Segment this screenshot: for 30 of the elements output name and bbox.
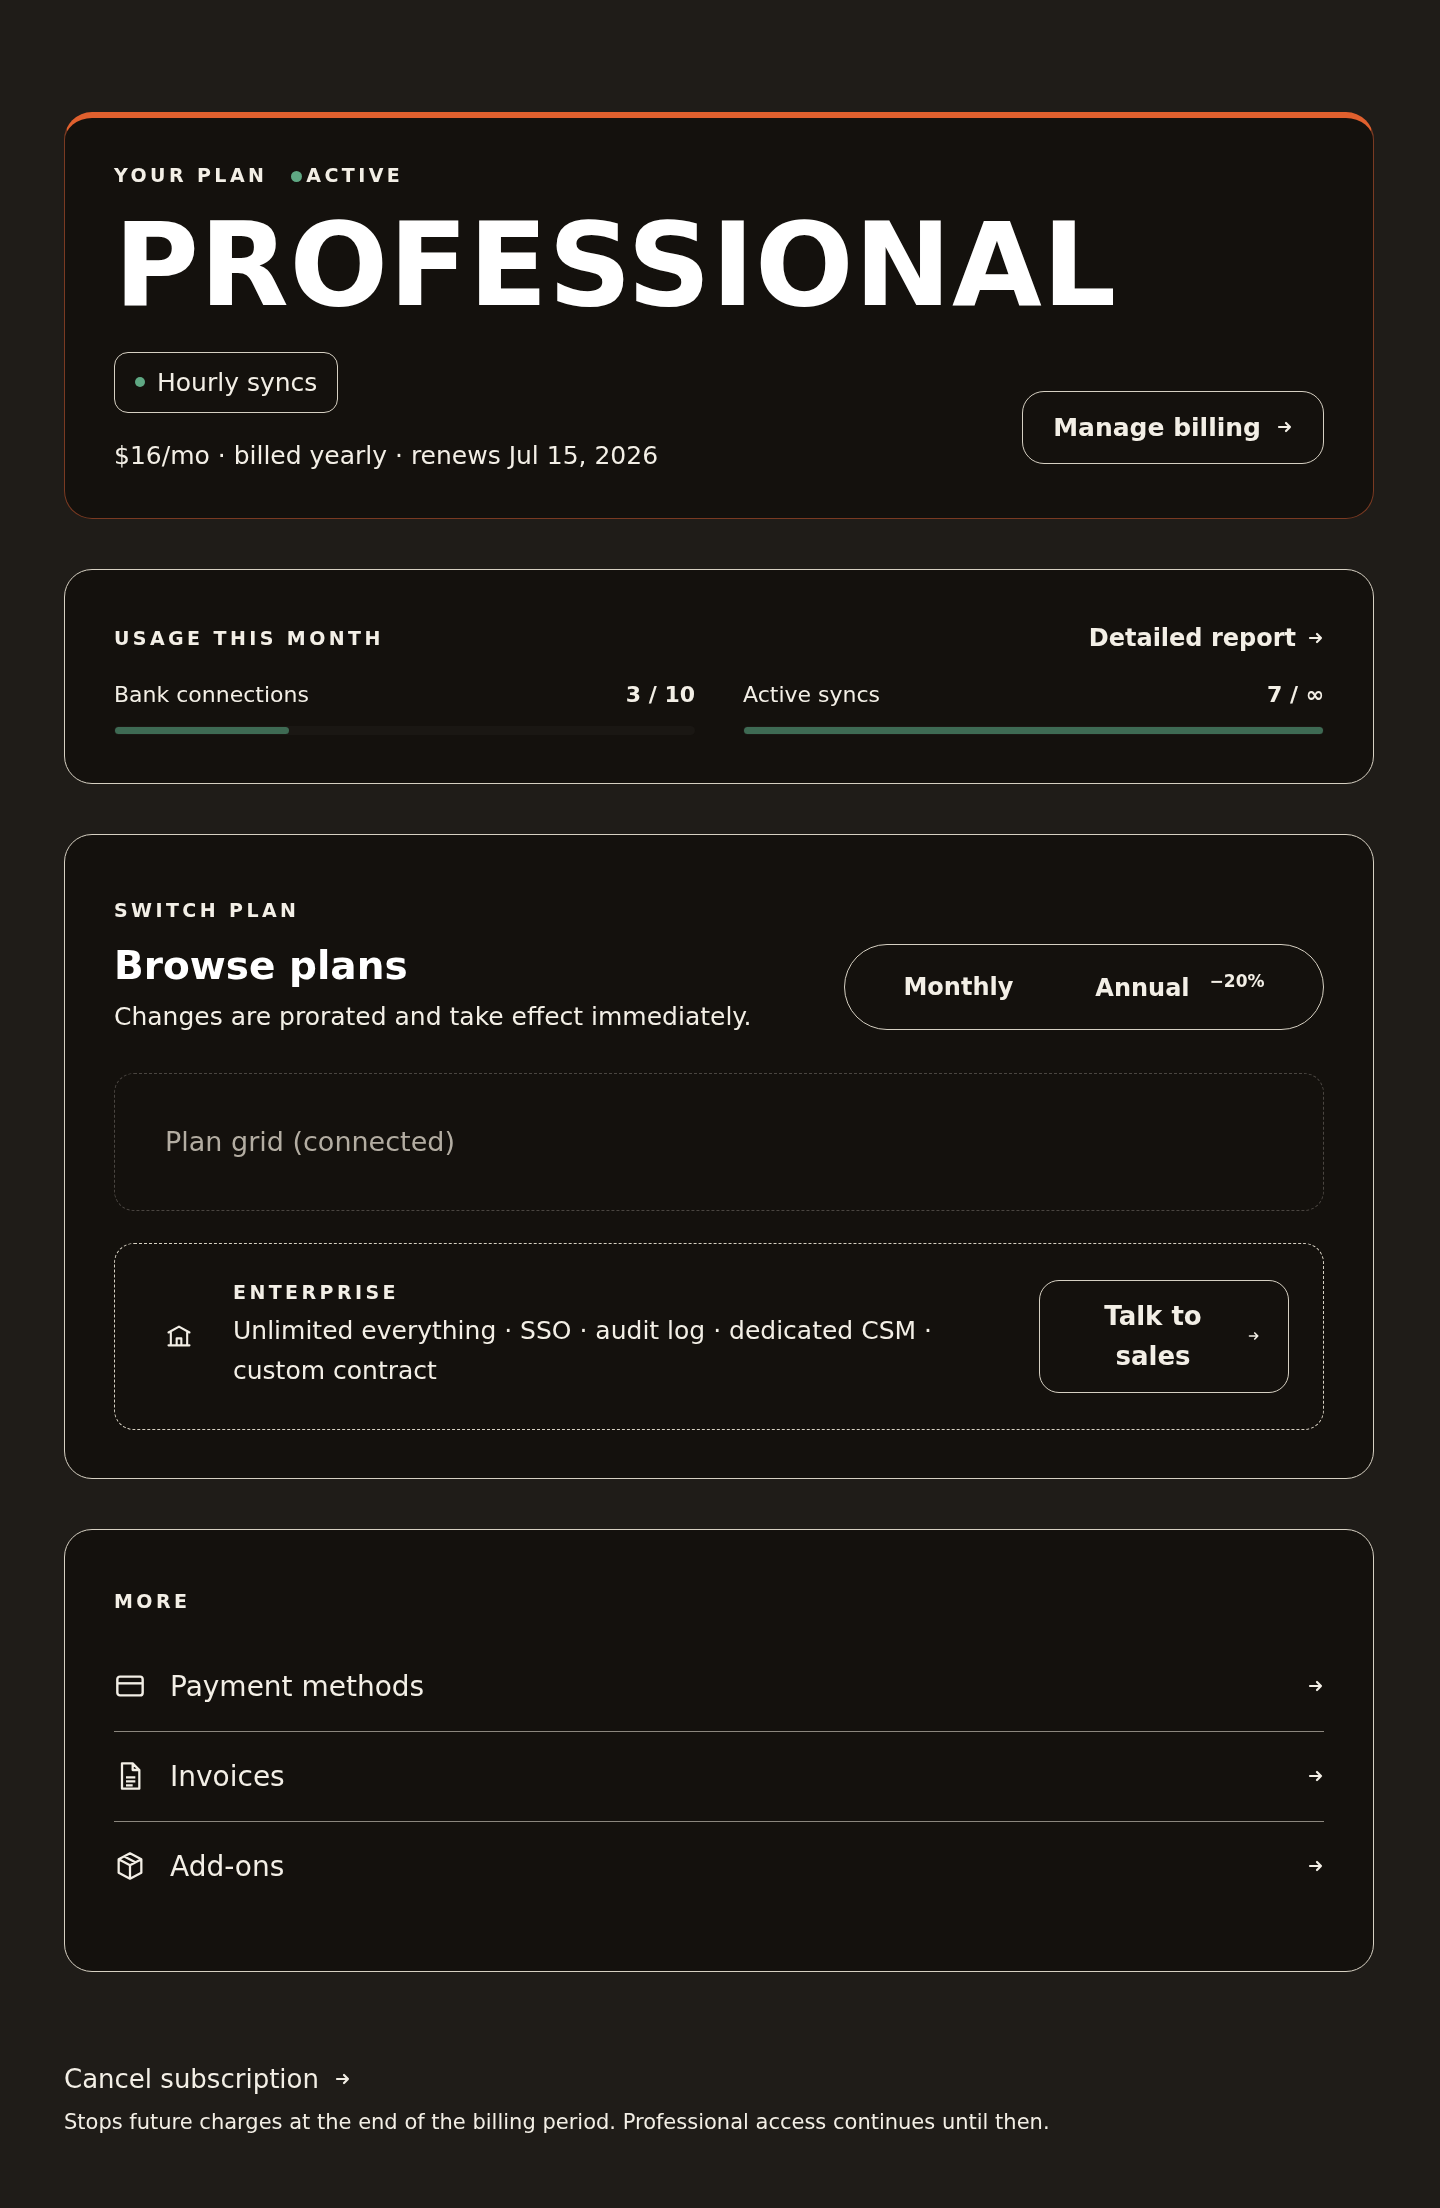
section-label: USAGE THIS MONTH xyxy=(114,626,384,649)
meter-reading: 3 / 10 xyxy=(625,681,695,707)
cancel-note: Stops future charges at the end of the billing period. Professional access continues until then. xyxy=(64,2109,1051,2134)
tag-text: Hourly syncs xyxy=(157,367,318,397)
meter-label: Active syncs xyxy=(743,681,881,707)
section-label: YOUR PLAN xyxy=(114,164,268,186)
placeholder-text: Plan grid (connected) xyxy=(165,1126,455,1158)
menu-item[interactable]: Add-ons xyxy=(114,1821,1324,1911)
arrow-icon xyxy=(1248,1330,1260,1343)
status-label: ACTIVE xyxy=(306,164,404,186)
menu-item[interactable]: Payment methods xyxy=(114,1641,1324,1732)
plan-name: PROFESSIONAL xyxy=(114,204,1118,326)
tag-dot xyxy=(135,377,145,388)
manage-billing-button[interactable]: Manage billing xyxy=(1022,390,1324,464)
talk-to-sales-button[interactable]: Talk to sales xyxy=(1039,1279,1289,1393)
section-subtitle: Changes are prorated and take effect immediately. xyxy=(114,1001,752,1031)
billing-option[interactable]: Annual $^{−20%}$ xyxy=(1069,961,1291,1013)
menu-item[interactable]: Invoices xyxy=(114,1731,1324,1822)
plan-label: ENTERPRISE xyxy=(233,1281,400,1304)
section-title: Browse plans xyxy=(114,942,409,988)
price-line: $16/mo · billed yearly · renews Jul 15, 2026 xyxy=(114,440,659,470)
detailed-report-link[interactable]: Detailed report xyxy=(1088,623,1324,652)
plan-description: Unlimited everything · SSO · audit log · dedicated CSM · custom contract xyxy=(233,1315,933,1388)
section-label: SWITCH PLAN xyxy=(114,898,301,921)
cancel-subscription-link[interactable]: Cancel subscription xyxy=(64,2063,351,2094)
meter-reading: 7 / ∞ xyxy=(1267,681,1324,707)
meter-label: Bank connections xyxy=(114,681,309,707)
status-dot xyxy=(291,171,303,182)
billing-option[interactable]: Monthly xyxy=(877,962,1040,1011)
section-label: MORE xyxy=(114,1589,192,1612)
